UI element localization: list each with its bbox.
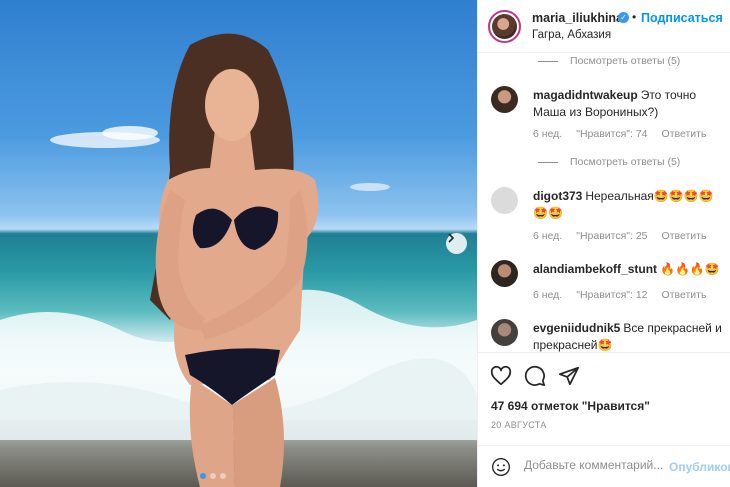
- comment-age[interactable]: 6 нед.: [533, 289, 562, 301]
- comment-username[interactable]: magadidntwakeup: [533, 88, 638, 102]
- comment-text-block: evgeniidudnik5 Все прекрасней и прекрасне…: [533, 320, 725, 352]
- emoji-icon[interactable]: [491, 457, 511, 477]
- avatar-image: [492, 14, 517, 39]
- carousel-dot: [210, 473, 216, 479]
- post-header: maria_iliukhina ✓ • Подписаться Гагра, А…: [478, 0, 730, 53]
- cloud: [350, 183, 390, 191]
- carousel-indicator: [200, 473, 226, 479]
- commenter-avatar[interactable]: [491, 187, 518, 214]
- publish-button[interactable]: Опубликовать: [669, 460, 730, 474]
- comment-username[interactable]: alandiambekoff_stunt: [533, 262, 657, 276]
- comment-likes[interactable]: "Нравится": 74: [576, 128, 647, 140]
- comment-likes[interactable]: "Нравится": 12: [576, 289, 647, 301]
- comment-likes[interactable]: "Нравится": 25: [576, 230, 647, 242]
- author-avatar[interactable]: [488, 10, 521, 43]
- carousel-dot: [220, 473, 226, 479]
- comment-age[interactable]: 6 нед.: [533, 128, 562, 140]
- comment-age[interactable]: 6 нед.: [533, 230, 562, 242]
- post-side-panel: maria_iliukhina ✓ • Подписаться Гагра, А…: [477, 0, 730, 487]
- separator: •: [632, 10, 637, 24]
- comment-text-block: magadidntwakeup Это точно Маша из Воронин…: [533, 87, 725, 121]
- comment-meta: 6 нед. "Нравится": 12 Ответить: [533, 289, 706, 301]
- commenter-avatar[interactable]: [491, 319, 518, 346]
- heart-icon[interactable]: [490, 365, 512, 387]
- divider-line: [538, 60, 558, 62]
- post-location[interactable]: Гагра, Абхазия: [532, 29, 611, 41]
- add-comment-bar: Опубликовать: [478, 445, 730, 487]
- comment-username[interactable]: digot373: [533, 189, 582, 203]
- post-photo[interactable]: [0, 0, 477, 487]
- face: [205, 69, 259, 141]
- reply-button[interactable]: Ответить: [662, 230, 707, 242]
- commenter-avatar[interactable]: [491, 260, 518, 287]
- post-actions-bar: [478, 352, 730, 398]
- comments-list[interactable]: Посмотреть ответы (5) magadidntwakeup Это…: [478, 53, 730, 352]
- comment-icon[interactable]: [524, 365, 546, 387]
- view-replies-link[interactable]: Посмотреть ответы (5): [538, 54, 680, 68]
- verified-badge-icon: ✓: [618, 12, 629, 23]
- photo-scene: [0, 33, 477, 487]
- comment-input[interactable]: [524, 458, 664, 472]
- carousel-dot: [200, 473, 206, 479]
- chevron-right-icon: [448, 233, 455, 243]
- comment-meta: 6 нед. "Нравится": 25 Ответить: [533, 230, 706, 242]
- author-username[interactable]: maria_iliukhina: [532, 11, 623, 25]
- divider-line: [538, 161, 558, 163]
- comment-text: 🔥🔥🔥🤩: [660, 262, 720, 276]
- commenter-avatar[interactable]: [491, 86, 518, 113]
- comment-username[interactable]: evgeniidudnik5: [533, 321, 620, 335]
- comment-meta: 6 нед. "Нравится": 74 Ответить: [533, 128, 706, 140]
- next-photo-button[interactable]: [446, 233, 467, 254]
- reply-button[interactable]: Ответить: [662, 289, 707, 301]
- comment-text-block: alandiambekoff_stunt 🔥🔥🔥🤩: [533, 261, 725, 278]
- cloud: [102, 126, 158, 140]
- share-icon[interactable]: [558, 365, 580, 387]
- view-replies-link[interactable]: Посмотреть ответы (5): [538, 155, 680, 169]
- follow-button[interactable]: Подписаться: [641, 11, 723, 25]
- post-date[interactable]: 20 АВГУСТА: [491, 420, 547, 430]
- likes-count[interactable]: 47 694 отметок "Нравится": [491, 399, 650, 413]
- comment-text-block: digot373 Нереальная🤩🤩🤩🤩🤩🤩: [533, 188, 725, 222]
- reply-button[interactable]: Ответить: [662, 128, 707, 140]
- view-replies-label: Посмотреть ответы (5): [570, 156, 681, 168]
- view-replies-label: Посмотреть ответы (5): [570, 55, 681, 67]
